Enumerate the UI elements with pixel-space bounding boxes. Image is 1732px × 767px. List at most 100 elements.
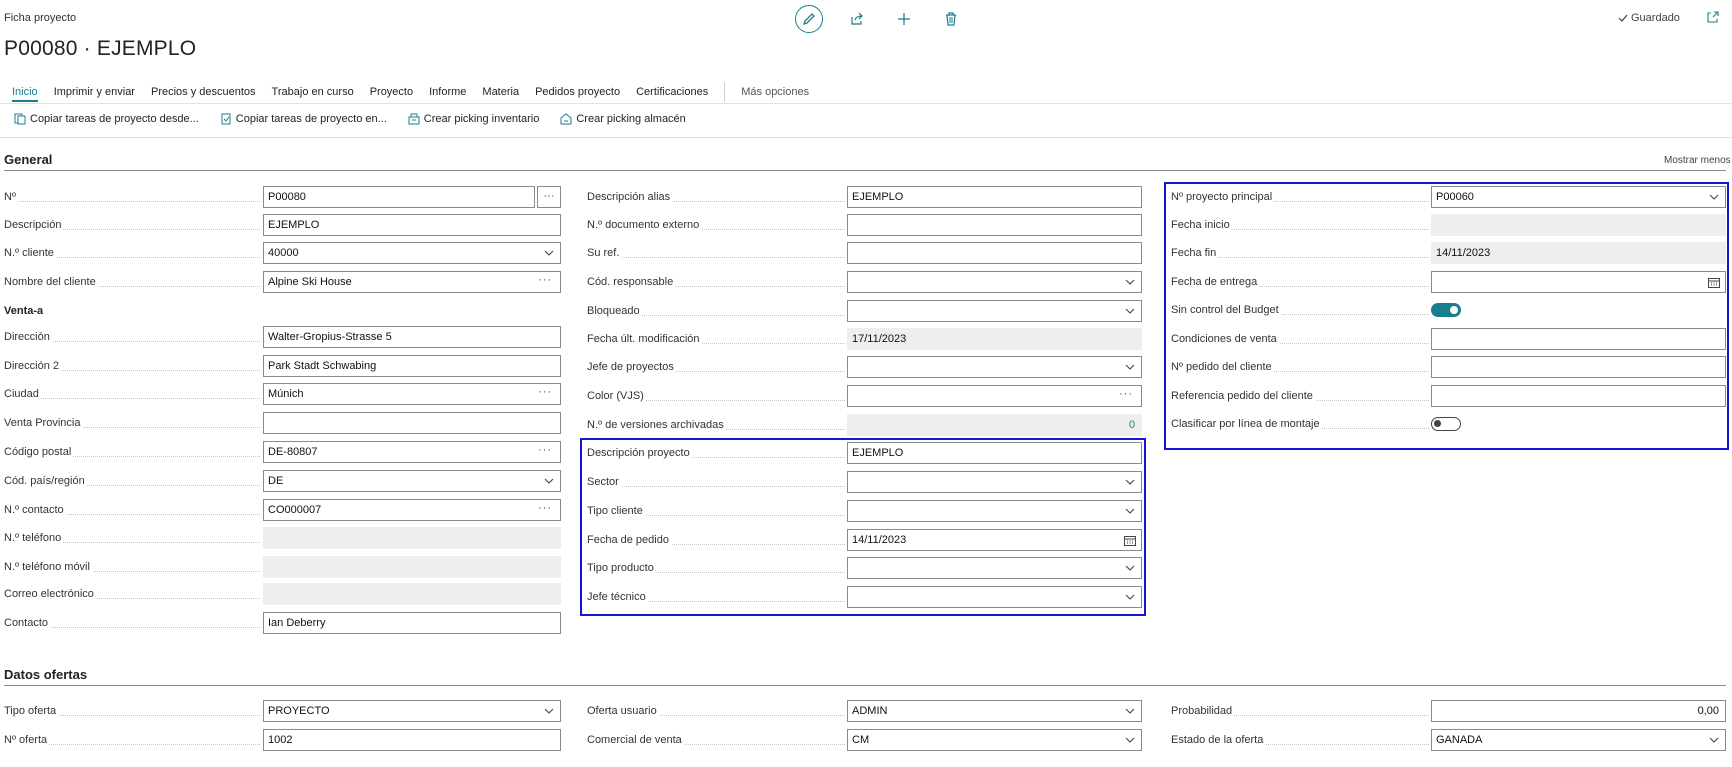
field-jefe-proyectos: Jefe de proyectos (587, 356, 1142, 378)
copy-tasks-from-button[interactable]: Copiar tareas de proyecto desde... (14, 113, 199, 125)
tipo-cliente-select[interactable] (847, 500, 1142, 522)
contacto-input[interactable]: Ian Deberry (263, 612, 561, 634)
versiones-readonly[interactable]: 0 (847, 414, 1142, 436)
codigo-postal-input[interactable]: DE-80807 ··· (263, 441, 561, 463)
fecha-entrega-input[interactable] (1431, 271, 1726, 293)
field-proyecto-principal-label: Nº proyecto principal (1171, 191, 1275, 203)
popout-icon[interactable] (1707, 11, 1719, 26)
field-referencia-pedido: Referencia pedido del cliente (1171, 385, 1726, 407)
field-oferta-usuario-label: Oferta usuario (587, 705, 659, 717)
copy-tasks-from-icon (14, 113, 26, 125)
su-ref-input[interactable] (847, 242, 1142, 264)
contacto-no-input[interactable]: CO000007 ··· (263, 499, 561, 521)
field-cliente-label: N.º cliente (4, 247, 56, 259)
field-doc-externo: N.º documento externo (587, 214, 1142, 236)
fecha-pedido-input[interactable]: 14/11/2023 (847, 529, 1142, 551)
ellipsis-icon: ··· (538, 274, 552, 286)
tab-imprimir-enviar[interactable]: Imprimir y enviar (54, 86, 135, 98)
clasificar-linea-toggle[interactable] (1431, 417, 1461, 431)
field-cliente: N.º cliente 40000 (4, 242, 561, 264)
fecha-inicio-readonly (1431, 214, 1726, 236)
delete-icon[interactable] (939, 7, 963, 31)
tab-trabajo-en-curso[interactable]: Trabajo en curso (272, 86, 354, 98)
field-tipo-oferta-label: Tipo oferta (4, 705, 59, 717)
desc-proyecto-input[interactable]: EJEMPLO (847, 442, 1142, 464)
sector-select[interactable] (847, 471, 1142, 493)
tab-proyecto[interactable]: Proyecto (370, 86, 413, 98)
calendar-icon[interactable] (1124, 535, 1136, 546)
create-warehouse-pick-button[interactable]: Crear picking almacén (560, 113, 686, 125)
field-telefono-label: N.º teléfono (4, 532, 64, 544)
field-provincia-label: Venta Provincia (4, 417, 83, 429)
tab-materia[interactable]: Materia (482, 86, 519, 98)
field-comercial-venta-label: Comercial de venta (587, 734, 684, 746)
tab-more-options[interactable]: Más opciones (741, 86, 809, 98)
jefe-tecnico-select[interactable] (847, 586, 1142, 608)
field-condiciones-venta-label: Condiciones de venta (1171, 333, 1279, 345)
comercial-venta-value: CM (852, 734, 870, 746)
field-leader (4, 201, 260, 202)
direccion2-input[interactable]: Park Stadt Schwabing (263, 355, 561, 377)
field-sector-label: Sector (587, 476, 621, 488)
referencia-pedido-input[interactable] (1431, 385, 1726, 407)
descripcion-input[interactable]: EJEMPLO (263, 214, 561, 236)
show-less-link[interactable]: Mostrar menos (1664, 155, 1731, 166)
field-responsable: Cód. responsable (587, 271, 1142, 293)
no-input[interactable]: P00080 (263, 186, 535, 208)
pedido-cliente-input[interactable] (1431, 356, 1726, 378)
check-icon (1618, 14, 1628, 22)
color-input[interactable]: ··· (847, 385, 1142, 407)
field-codigo-postal-label: Código postal (4, 446, 74, 458)
field-fecha-modificacion-label: Fecha últ. modificación (587, 333, 702, 345)
probabilidad-input[interactable]: 0,00 (1431, 700, 1726, 722)
ellipsis-icon: ··· (1119, 388, 1133, 400)
pais-select[interactable]: DE (263, 470, 561, 492)
tab-inicio[interactable]: Inicio (12, 86, 38, 102)
chevron-down-icon (544, 250, 554, 256)
tab-precios-descuentos[interactable]: Precios y descuentos (151, 86, 256, 98)
create-inventory-pick-button[interactable]: Crear picking inventario (408, 113, 539, 125)
oferta-usuario-select[interactable]: ADMIN (847, 700, 1142, 722)
field-doc-externo-label: N.º documento externo (587, 219, 702, 231)
copy-tasks-to-button[interactable]: Copiar tareas de proyecto en... (220, 113, 387, 125)
tipo-oferta-select[interactable]: PROYECTO (263, 700, 561, 722)
responsable-select[interactable] (847, 271, 1142, 293)
movil-readonly (263, 556, 561, 578)
ciudad-input[interactable]: Múnich ··· (263, 383, 561, 405)
sin-control-budget-toggle[interactable] (1431, 303, 1461, 317)
bloqueado-select[interactable] (847, 300, 1142, 322)
field-leader (4, 398, 260, 399)
numero-oferta-input[interactable]: 1002 (263, 729, 561, 751)
comercial-venta-select[interactable]: CM (847, 729, 1142, 751)
field-responsable-label: Cód. responsable (587, 276, 676, 288)
add-icon[interactable] (892, 7, 916, 31)
edit-icon[interactable] (795, 5, 823, 33)
tab-informe[interactable]: Informe (429, 86, 466, 98)
cliente-select[interactable]: 40000 (263, 242, 561, 264)
no-lookup-button[interactable]: ··· (537, 186, 561, 208)
tab-pedidos-proyecto[interactable]: Pedidos proyecto (535, 86, 620, 98)
calendar-icon[interactable] (1708, 277, 1720, 288)
field-versiones: N.º de versiones archivadas 0 (587, 414, 1142, 436)
alias-input[interactable]: EJEMPLO (847, 186, 1142, 208)
jefe-proyectos-select[interactable] (847, 356, 1142, 378)
doc-externo-input[interactable] (847, 214, 1142, 236)
proyecto-principal-select[interactable]: P00060 (1431, 186, 1726, 208)
field-direccion2: Dirección 2 Park Stadt Schwabing (4, 355, 561, 377)
field-color: Color (VJS) ··· (587, 385, 1142, 407)
condiciones-venta-input[interactable] (1431, 328, 1726, 350)
tab-certificaciones[interactable]: Certificaciones (636, 86, 708, 98)
field-clasificar-linea: Clasificar por línea de montaje (1171, 413, 1726, 435)
field-no: Nº P00080 ··· (4, 186, 561, 208)
nombre-cliente-input[interactable]: Alpine Ski House ··· (263, 271, 561, 293)
field-provincia: Venta Provincia (4, 412, 561, 434)
provincia-input[interactable] (263, 412, 561, 434)
fecha-pedido-value: 14/11/2023 (852, 534, 907, 546)
field-condiciones-venta: Condiciones de venta (1171, 328, 1726, 350)
tipo-producto-select[interactable] (847, 557, 1142, 579)
share-icon[interactable] (845, 7, 869, 31)
estado-oferta-select[interactable]: GANADA (1431, 729, 1726, 751)
direccion-input[interactable]: Walter-Gropius-Strasse 5 (263, 326, 561, 348)
chevron-down-icon (544, 478, 554, 484)
field-direccion: Dirección Walter-Gropius-Strasse 5 (4, 326, 561, 348)
